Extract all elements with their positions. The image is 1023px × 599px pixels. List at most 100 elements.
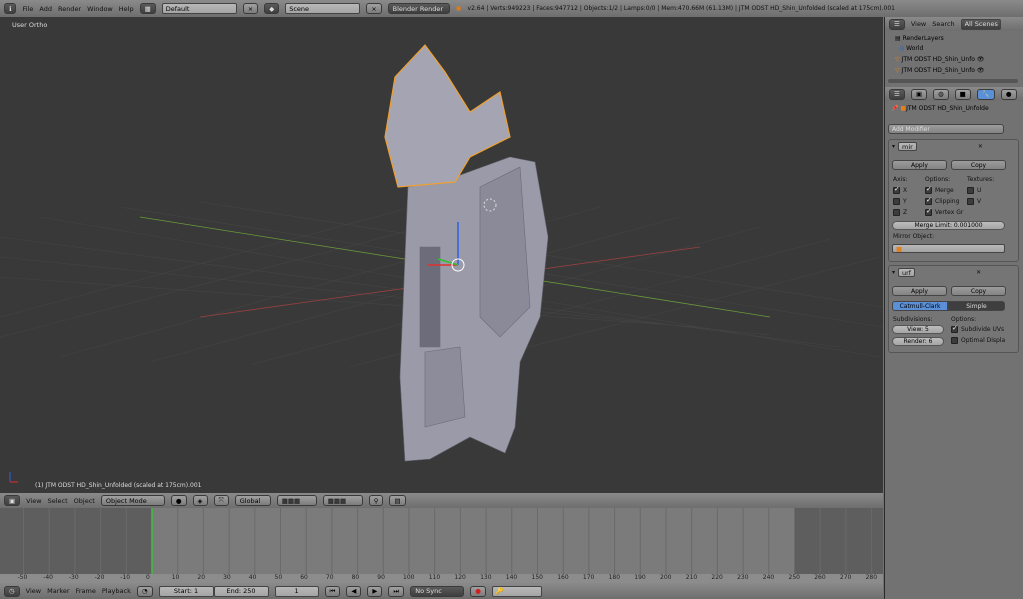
checkbox[interactable]	[951, 337, 958, 344]
layout-icon[interactable]: ▦	[139, 3, 156, 14]
keying-set-field[interactable]: 🔑	[491, 585, 542, 597]
modifier-wrench-icon[interactable]: 🔧	[976, 88, 995, 100]
timeline[interactable]	[0, 508, 883, 574]
checkbox[interactable]	[893, 209, 900, 216]
remove-modifier-icon[interactable]: ✕	[978, 143, 983, 150]
menu-view[interactable]: View	[26, 587, 41, 595]
axis-checkbox-x[interactable]: X	[893, 185, 907, 194]
shading-select[interactable]: ●	[170, 495, 187, 506]
checkbox[interactable]	[925, 196, 932, 205]
menu-view[interactable]: View	[911, 20, 926, 28]
menu-playback[interactable]: Playback	[102, 587, 131, 595]
scene-select[interactable]: Scene	[285, 3, 361, 14]
checkbox[interactable]	[951, 324, 958, 333]
layout-select[interactable]: Default	[161, 3, 237, 14]
copy-button[interactable]: Copy	[951, 160, 1006, 170]
menu-search[interactable]: Search	[932, 20, 954, 28]
merge-limit-slider[interactable]: Merge Limit: 0.001000	[892, 221, 1005, 230]
option-checkbox-subdivide-uvs[interactable]: Subdivide UVs	[951, 324, 1004, 333]
remove-modifier-icon[interactable]: ✕	[976, 269, 981, 276]
collapse-icon[interactable]: ▾	[892, 269, 895, 276]
axis-checkbox-y[interactable]: Y	[893, 198, 907, 205]
timeline-tick-label: -20	[94, 574, 105, 581]
menu-frame[interactable]: Frame	[76, 587, 96, 595]
axis-checkbox-z[interactable]: Z	[893, 209, 907, 216]
copy-button[interactable]: Copy	[951, 286, 1006, 296]
checkbox[interactable]	[967, 187, 974, 194]
outliner-type-button[interactable]: ☰	[889, 18, 905, 30]
close-icon[interactable]: ×	[366, 3, 382, 14]
play-reverse-button[interactable]: ◀	[346, 585, 362, 597]
apply-button[interactable]: Apply	[892, 286, 947, 296]
view-levels-slider[interactable]: View: 5	[892, 325, 944, 334]
mirror-object-field[interactable]: ■	[892, 244, 1005, 253]
timeline-tick-label: -10	[120, 574, 131, 581]
3d-viewport[interactable]: User Ortho (1) JTM ODST HD_Shin_Unfolded…	[0, 17, 883, 493]
texture-checkbox-v[interactable]: V	[967, 198, 981, 205]
orientation-select[interactable]: Global	[234, 495, 271, 506]
checkbox[interactable]	[893, 185, 900, 194]
tab-catmull-clark[interactable]: Catmull-Clark	[892, 301, 948, 311]
editor-type-button[interactable]: ▣	[4, 495, 21, 506]
current-frame-field[interactable]: 1	[274, 585, 319, 597]
add-modifier-select[interactable]: Add Modifier	[888, 124, 1004, 134]
outliner-item[interactable]: ▽ JTM ODST HD_Shin_Unfo 👁	[895, 56, 985, 63]
timeline-tick-label: 110	[428, 574, 441, 581]
play-button[interactable]: ▶	[367, 585, 383, 597]
pivot-select[interactable]: ◈	[192, 495, 208, 506]
menu-file[interactable]: File	[22, 5, 33, 13]
collapse-icon[interactable]: ▾	[892, 143, 895, 150]
menu-help[interactable]: Help	[119, 5, 134, 13]
preview-range-icon[interactable]: ◔	[136, 585, 153, 597]
checkbox[interactable]	[893, 198, 900, 205]
render-tab-icon[interactable]: ▣	[910, 88, 927, 100]
option-checkbox-optimal-displa[interactable]: Optimal Displa	[951, 337, 1005, 344]
modifier-name-field[interactable]: urf	[898, 268, 916, 277]
sync-select[interactable]: No Sync	[410, 585, 465, 597]
jump-start-button[interactable]: ⏮	[324, 585, 341, 597]
modifier-name-field[interactable]: mir	[898, 142, 917, 151]
timeline-ruler[interactable]: -50 -40 -30 -20 -10 0 10 20 30 40 50 60 70 80 90 100 110…	[0, 574, 883, 583]
jump-end-button[interactable]: ⏭	[388, 585, 405, 597]
menu-window[interactable]: Window	[87, 5, 113, 13]
checkbox[interactable]	[925, 185, 932, 194]
menu-view[interactable]: View	[26, 497, 41, 505]
outliner-scrollbar[interactable]	[888, 79, 1018, 83]
end-frame-field[interactable]: End: 250	[213, 585, 269, 597]
layers-grid-2[interactable]: ▦▦▦	[322, 495, 363, 506]
scene-icon[interactable]: ◆	[264, 3, 280, 14]
checkbox[interactable]	[967, 198, 974, 205]
world-tab-icon[interactable]: ◍	[932, 88, 949, 100]
option-checkbox-vertex-gr[interactable]: Vertex Gr	[925, 207, 963, 216]
option-checkbox-merge[interactable]: Merge	[925, 185, 954, 194]
outliner-item[interactable]: ◍ World	[899, 45, 923, 52]
menu-marker[interactable]: Marker	[47, 587, 69, 595]
render-engine-select[interactable]: Blender Render	[387, 3, 450, 14]
layers-grid[interactable]: ▦▦▦	[276, 495, 317, 506]
menu-render[interactable]: Render	[58, 5, 81, 13]
snap-toggle[interactable]: ⚲	[368, 495, 384, 506]
render-levels-slider[interactable]: Render: 6	[892, 337, 944, 346]
object-tab-icon[interactable]: ■	[954, 88, 971, 100]
checkbox[interactable]	[925, 207, 932, 216]
mode-select[interactable]: Object Mode	[100, 495, 165, 506]
editor-type-info-button[interactable]: ℹ	[4, 3, 17, 14]
material-tab-icon[interactable]: ●	[1000, 88, 1017, 100]
editor-type-button[interactable]: ◷	[4, 585, 20, 597]
properties-type-button[interactable]: ☰	[889, 88, 905, 100]
menu-object[interactable]: Object	[74, 497, 95, 505]
menu-add[interactable]: Add	[39, 5, 52, 13]
record-button[interactable]: ●	[470, 585, 486, 597]
outliner-item[interactable]: ▤ RenderLayers	[895, 35, 944, 42]
apply-button[interactable]: Apply	[892, 160, 947, 170]
close-icon[interactable]: ×	[242, 3, 259, 14]
manipulator-toggle[interactable]: ⤧	[213, 495, 229, 506]
tab-simple[interactable]: Simple	[948, 301, 1005, 311]
outliner-item[interactable]: ▽ JTM ODST HD_Shin_Unfo 👁	[895, 67, 985, 74]
outliner-filter-select[interactable]: All Scenes	[960, 18, 1001, 30]
start-frame-field[interactable]: Start: 1	[158, 585, 214, 597]
texture-checkbox-u[interactable]: U	[967, 187, 981, 194]
render-icon[interactable]: ▤	[389, 495, 406, 506]
option-checkbox-clipping[interactable]: Clipping	[925, 196, 959, 205]
menu-select[interactable]: Select	[48, 497, 68, 505]
